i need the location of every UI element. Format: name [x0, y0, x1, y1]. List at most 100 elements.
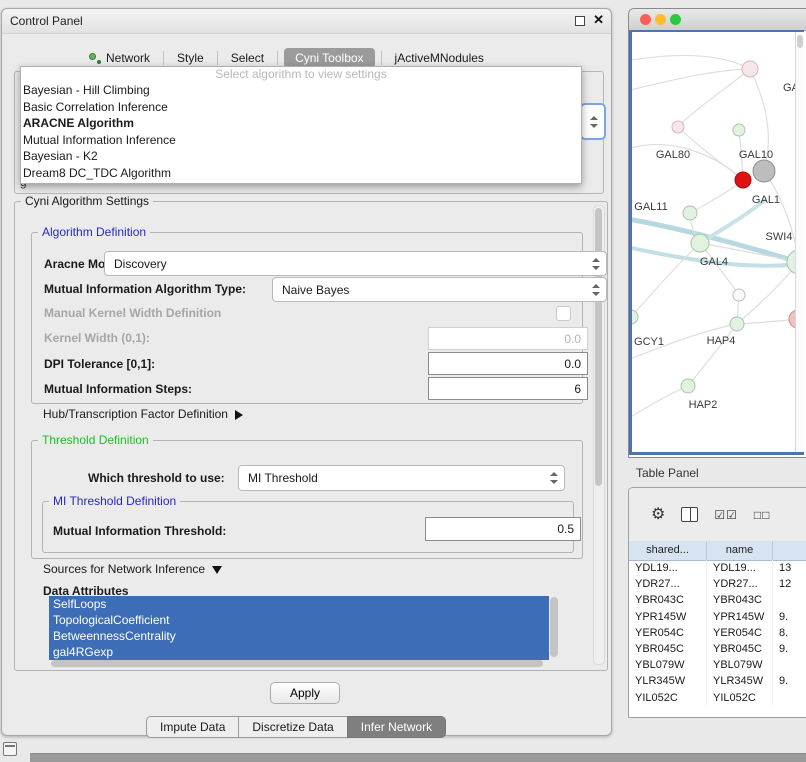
bottom-tab-impute-data[interactable]: Impute Data [146, 716, 238, 738]
attribute-list-item[interactable]: SelfLoops [49, 596, 549, 612]
mac-close-icon[interactable] [640, 14, 651, 25]
network-scrollbar-thumb[interactable] [797, 35, 803, 48]
network-edge[interactable] [700, 243, 739, 295]
network-node[interactable] [632, 310, 638, 324]
network-edge[interactable] [690, 180, 743, 213]
bottom-tab-infer-network[interactable]: Infer Network [347, 716, 446, 738]
network-node[interactable] [683, 206, 697, 220]
hub-definition-expander[interactable]: Hub/Transcription Factor Definition [43, 407, 243, 421]
attributes-vscrollbar-thumb[interactable] [550, 597, 558, 657]
which-threshold-select[interactable]: MI Threshold [238, 465, 565, 491]
aracne-mode-select[interactable]: Discovery [104, 251, 607, 276]
network-canvas[interactable]: GALGAL80GAL10GAL11GAL1SWI4GAL4HAP4GCY1YH… [629, 30, 804, 455]
algorithm-option[interactable]: Mutual Information Inference [21, 132, 581, 149]
tab-cyni-toolbox[interactable]: Cyni Toolbox [284, 48, 374, 68]
network-edge[interactable] [764, 171, 799, 262]
algorithm-option[interactable]: ARACNE Algorithm [21, 115, 581, 132]
tab-network[interactable]: Network [82, 48, 157, 68]
network-node[interactable] [733, 289, 745, 301]
tab-jactivemnodules[interactable]: jActiveMNodules [388, 48, 491, 68]
attribute-list-item[interactable]: gal4RGexp [49, 644, 549, 660]
table-column-header[interactable] [773, 541, 806, 560]
network-scrollbar-track[interactable] [795, 32, 804, 452]
mac-zoom-icon[interactable] [670, 14, 681, 25]
data-attributes-list[interactable]: SelfLoopsTopologicalCoefficientBetweenne… [49, 596, 549, 660]
tab-separator [163, 51, 164, 65]
network-node[interactable] [681, 379, 695, 393]
table-row[interactable]: YBL079WYBL079W [629, 657, 806, 673]
network-node-label: GAL4 [700, 256, 728, 268]
algorithm-definition-group: Algorithm Definition Aracne Mode: Discov… [31, 232, 583, 404]
network-view-window: GALGAL80GAL10GAL11GAL1SWI4GAL4HAP4GCY1YH… [628, 8, 806, 458]
algorithm-option[interactable]: Bayesian - K2 [21, 148, 581, 165]
table-row[interactable]: YDL19...YDL19...13 [629, 560, 806, 576]
dpi-tolerance-value: 0.0 [564, 357, 581, 371]
dpi-tolerance-field[interactable]: 0.0 [428, 352, 588, 375]
settings-scrollbar-thumb[interactable] [595, 208, 602, 486]
network-edge[interactable] [632, 69, 750, 92]
network-graph[interactable]: GALGAL80GAL10GAL11GAL1SWI4GAL4HAP4GCY1YH… [632, 32, 804, 452]
obscured-focused-control[interactable] [580, 103, 606, 140]
table-row[interactable]: YPR145WYPR145W9. [629, 609, 806, 625]
apply-button[interactable]: Apply [270, 682, 340, 704]
table-column-header[interactable]: shared... [629, 541, 707, 560]
clear-checkboxes-icon[interactable]: □□ [754, 509, 771, 521]
table-row[interactable]: YIL052CYIL052C [629, 690, 806, 706]
dock-panel-icon[interactable] [3, 742, 17, 756]
algorithm-option[interactable]: Bayesian - Hill Climbing [21, 82, 581, 99]
table-cell: YBR045C [629, 641, 707, 657]
network-edge[interactable] [632, 55, 750, 69]
mac-minimize-icon[interactable] [655, 14, 666, 25]
tab-style[interactable]: Style [170, 48, 211, 68]
close-icon[interactable]: ✕ [593, 12, 604, 28]
network-node[interactable] [672, 121, 684, 133]
bottom-tab-discretize-data[interactable]: Discretize Data [238, 716, 346, 738]
table-row[interactable]: YDR27...YDR27...12 [629, 576, 806, 592]
columns-icon[interactable] [681, 507, 698, 522]
network-node[interactable] [753, 160, 775, 182]
table-row[interactable]: YBR045CYBR045C9. [629, 641, 806, 657]
manual-kernel-checkbox[interactable] [556, 306, 571, 321]
network-node[interactable] [691, 234, 709, 252]
kernel-width-field[interactable]: 0.0 [428, 327, 588, 350]
table-row[interactable]: YBR043CYBR043C [629, 592, 806, 608]
gear-icon[interactable]: ⚙ [651, 507, 665, 523]
tab-separator [277, 51, 278, 65]
network-edge[interactable] [688, 324, 737, 386]
float-window-icon[interactable] [575, 16, 585, 26]
network-node-label: GAL1 [752, 194, 780, 206]
mi-algorithm-type-select[interactable]: Naive Bayes [272, 277, 607, 302]
network-node[interactable] [730, 317, 744, 331]
algorithm-option[interactable]: Dream8 DC_TDC Algorithm [21, 165, 581, 182]
table-cell: YLR345W [629, 673, 707, 689]
algorithm-dropdown-popup: Select algorithm to view settings Bayesi… [20, 66, 582, 184]
which-threshold-label: Which threshold to use: [88, 471, 225, 485]
network-node-label: GAL11 [634, 201, 667, 213]
algorithm-option[interactable]: Basic Correlation Inference [21, 99, 581, 116]
network-window-titlebar[interactable] [629, 9, 806, 31]
table-column-header[interactable]: name [707, 541, 773, 560]
attribute-list-item[interactable]: BetweennessCentrality [49, 628, 549, 644]
network-edge[interactable] [632, 386, 688, 422]
select-all-checkboxes-icon[interactable]: ☑☑ [714, 509, 738, 521]
network-node[interactable] [735, 172, 751, 188]
table-panel-window: ⚙ ☑☑ □□ shared...name YDL19...YDL19...13… [628, 487, 806, 718]
table-cell [773, 690, 806, 706]
network-edge[interactable] [678, 69, 750, 127]
sources-expander[interactable]: Sources for Network Inference [43, 562, 222, 576]
table-row[interactable]: YLR345WYLR345W9. [629, 673, 806, 689]
tab-label: jActiveMNodules [395, 51, 484, 65]
mi-threshold-field[interactable]: 0.5 [425, 517, 581, 541]
mi-threshold-group: MI Threshold Definition Mutual Informati… [42, 501, 574, 553]
algorithm-dropdown-placeholder: Select algorithm to view settings [21, 67, 581, 82]
manual-kernel-label: Manual Kernel Width Definition [44, 306, 221, 320]
attribute-list-item[interactable]: TopologicalCoefficient [49, 612, 549, 628]
table-row[interactable]: YER054CYER054C8. [629, 625, 806, 641]
attributes-hscrollbar-thumb[interactable] [51, 660, 543, 667]
network-node[interactable] [733, 124, 745, 136]
tab-select[interactable]: Select [224, 48, 271, 68]
network-node[interactable] [742, 61, 758, 77]
table-cell: YER054C [629, 625, 707, 641]
control-panel-titlebar[interactable]: Control Panel ✕ [2, 9, 611, 34]
mi-steps-field[interactable]: 6 [428, 377, 588, 400]
